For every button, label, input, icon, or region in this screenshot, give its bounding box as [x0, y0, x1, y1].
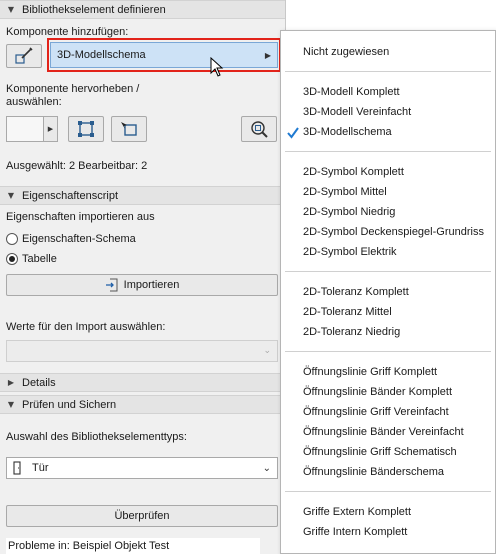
collapse-triangle-icon[interactable]: ▼: [0, 191, 22, 200]
menu-item[interactable]: Öffnungslinie Bänder Vereinfacht: [303, 425, 464, 439]
menu-item[interactable]: 3D-Modell Komplett: [303, 85, 400, 99]
menu-item[interactable]: 2D-Symbol Elektrik: [303, 245, 397, 259]
radio-label: Eigenschaften-Schema: [22, 233, 136, 245]
import-button[interactable]: Importieren: [6, 274, 278, 296]
menu-separator: [285, 351, 491, 352]
menu-item[interactable]: 2D-Symbol Niedrig: [303, 205, 395, 219]
import-from-label: Eigenschaften importieren aus: [6, 211, 155, 223]
element-type-display: Tür: [13, 461, 49, 475]
menu-separator: [285, 71, 491, 72]
menu-item[interactable]: 2D-Toleranz Niedrig: [303, 325, 400, 339]
import-values-select[interactable]: ⌄: [6, 340, 278, 362]
radio-dot-selected[interactable]: [6, 253, 18, 265]
section-title: Prüfen und Sichern: [22, 398, 117, 411]
chevron-down-icon: ⌄: [263, 346, 271, 356]
collapse-triangle-icon[interactable]: ▼: [0, 400, 22, 409]
select-corner-icon: [121, 122, 137, 136]
highlight-annotation: [47, 38, 281, 72]
menu-item[interactable]: Öffnungslinie Bänderschema: [303, 465, 444, 479]
select-bounds-icon: [78, 121, 94, 137]
section-header-script[interactable]: ▼ Eigenschaftenscript: [0, 186, 285, 205]
section-title: Bibliothekselement definieren: [22, 3, 166, 16]
radio-label: Tabelle: [22, 253, 57, 265]
zoom-select-icon: [251, 121, 268, 138]
expand-triangle-icon[interactable]: ▶: [0, 378, 22, 387]
select-corner-button[interactable]: [111, 116, 147, 142]
check-button[interactable]: Überprüfen: [6, 505, 278, 527]
chevron-down-icon: ⌄: [262, 462, 271, 474]
problems-box: Probleme in: Beispiel Objekt Test: [6, 538, 260, 554]
menu-separator: [285, 151, 491, 152]
cursor-arrow-icon: [210, 57, 224, 77]
section-header-check[interactable]: ▼ Prüfen und Sichern: [0, 395, 285, 414]
menu-item-checked[interactable]: 3D-Modellschema: [303, 125, 392, 139]
highlight-label-line1: Komponente hervorheben /: [6, 83, 140, 95]
element-type-label: Auswahl des Bibliothekselementtyps:: [6, 431, 187, 443]
problems-text: Probleme in: Beispiel Objekt Test: [8, 540, 170, 552]
menu-item[interactable]: Öffnungslinie Griff Vereinfacht: [303, 405, 449, 419]
menu-item[interactable]: Öffnungslinie Griff Komplett: [303, 365, 437, 379]
menu-item[interactable]: 2D-Symbol Deckenspiegel-Grundriss: [303, 225, 484, 239]
menu-item[interactable]: 3D-Modell Vereinfacht: [303, 105, 411, 119]
section-header-details[interactable]: ▶ Details: [0, 373, 285, 392]
import-icon: [105, 278, 118, 292]
element-type-select[interactable]: Tür ⌄: [6, 457, 278, 479]
menu-item[interactable]: 2D-Toleranz Komplett: [303, 285, 409, 299]
radio-properties-schema[interactable]: Eigenschaften-Schema: [6, 233, 136, 245]
element-type-value: Tür: [32, 462, 49, 474]
section-title: Details: [22, 376, 56, 389]
highlight-label-line2: auswählen:: [6, 96, 62, 108]
door-icon: [13, 461, 21, 475]
swatch-chevron-icon[interactable]: ▶: [44, 116, 58, 142]
menu-item[interactable]: Öffnungslinie Bänder Komplett: [303, 385, 452, 399]
menu-item[interactable]: Griffe Extern Komplett: [303, 505, 411, 519]
import-button-label: Importieren: [123, 279, 180, 291]
menu-item[interactable]: 2D-Symbol Komplett: [303, 165, 404, 179]
select-bounds-button[interactable]: [68, 116, 104, 142]
menu-separator: [285, 271, 491, 272]
menu-item[interactable]: Öffnungslinie Griff Schematisch: [303, 445, 457, 459]
section-header-define[interactable]: ▼ Bibliothekselement definieren: [0, 0, 285, 19]
radio-dot[interactable]: [6, 233, 18, 245]
menu-item[interactable]: 2D-Symbol Mittel: [303, 185, 387, 199]
library-element-panel: ▼ Bibliothekselement definieren Komponen…: [0, 0, 286, 554]
pen-edit-icon: [15, 47, 33, 64]
radio-table[interactable]: Tabelle: [6, 253, 57, 265]
section-title: Eigenschaftenscript: [22, 189, 118, 202]
pen-edit-button[interactable]: [6, 44, 42, 68]
checkmark-icon: [287, 127, 299, 139]
collapse-triangle-icon[interactable]: ▼: [0, 5, 22, 14]
zoom-select-button[interactable]: [241, 116, 277, 142]
menu-item[interactable]: 2D-Toleranz Mittel: [303, 305, 392, 319]
menu-separator: [285, 491, 491, 492]
highlight-label: Komponente hervorheben / auswählen:: [6, 83, 139, 109]
component-dropdown-menu: Nicht zugewiesen 3D-Modell Komplett 3D-M…: [280, 30, 496, 554]
import-values-label: Werte für den Import auswählen:: [6, 321, 166, 333]
selection-status: Ausgewählt: 2 Bearbeitbar: 2: [6, 160, 148, 172]
menu-item[interactable]: Nicht zugewiesen: [303, 45, 389, 59]
menu-item[interactable]: Griffe Intern Komplett: [303, 525, 407, 539]
highlight-color-swatch[interactable]: [6, 116, 44, 142]
check-button-label: Überprüfen: [114, 510, 170, 522]
